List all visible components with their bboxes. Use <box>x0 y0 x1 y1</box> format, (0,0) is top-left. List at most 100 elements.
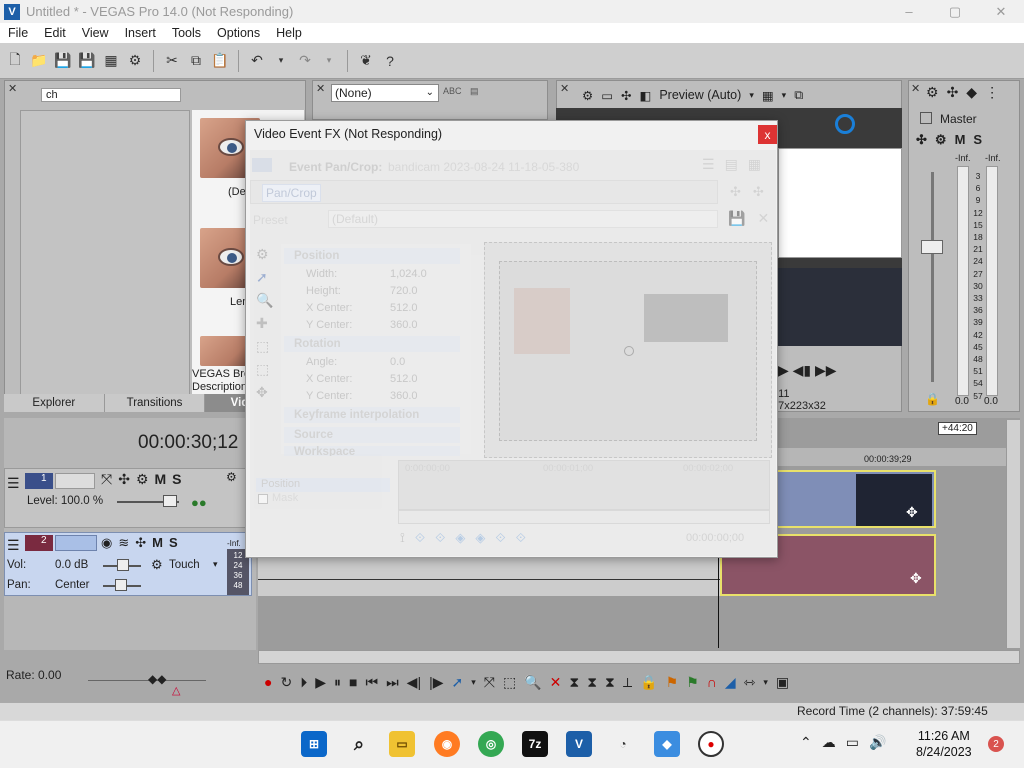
cut-icon[interactable]: ✂ <box>163 52 181 70</box>
x-center-value[interactable]: 512.0 <box>390 302 418 314</box>
tab-explorer[interactable]: Explorer <box>4 394 105 412</box>
render-icon[interactable]: ▦ <box>102 52 120 70</box>
track-automation-icon[interactable]: ✣ <box>135 535 146 551</box>
close-window-button[interactable]: ✕ <box>978 0 1024 23</box>
loop-playback-icon[interactable]: ↻ <box>280 674 292 691</box>
trim-start-icon[interactable]: ⧗ <box>587 674 597 691</box>
keyframe-timeline[interactable]: 0:00:00;00 00:00:01;00 00:00:02;00 <box>398 460 770 510</box>
fx-chain-pan-crop[interactable]: Pan/Crop <box>262 184 321 202</box>
menu-insert[interactable]: Insert <box>117 26 164 40</box>
rotation-y-center-value[interactable]: 360.0 <box>390 390 418 402</box>
properties-gear-icon[interactable]: ⚙ <box>126 52 144 70</box>
track-fx-gear-icon[interactable]: ⚙ <box>226 470 237 484</box>
undo-dropdown-icon[interactable]: ▾ <box>272 52 290 70</box>
height-value[interactable]: 720.0 <box>390 285 418 297</box>
event-edge-icon[interactable]: ⇿ <box>744 674 756 691</box>
maximize-button[interactable]: ▢ <box>932 0 978 23</box>
touch-automation-icon[interactable]: ⚙ <box>151 557 163 573</box>
save-preset-icon[interactable]: 💾 <box>728 210 745 227</box>
insert-region-icon[interactable]: ⚑ <box>686 674 699 691</box>
auto-ripple-icon[interactable]: ◢ <box>725 674 736 691</box>
close-panel-icon[interactable]: ✕ <box>316 82 325 95</box>
master-gear-icon[interactable]: ⚙ <box>926 84 939 101</box>
source-section-header[interactable]: Source <box>284 427 460 443</box>
crop-frame[interactable] <box>499 261 757 441</box>
preset-dropdown[interactable]: (Default) <box>328 210 718 228</box>
chain-list-view-icon[interactable]: ☰ <box>702 156 715 173</box>
envelope-tool-icon[interactable]: ⤧ <box>484 674 495 691</box>
redo-dropdown-icon[interactable]: ▾ <box>320 52 338 70</box>
save-icon[interactable]: 💾 <box>54 52 72 70</box>
search-icon[interactable]: ⌕ <box>346 731 372 757</box>
menu-tools[interactable]: Tools <box>164 26 209 40</box>
paste-icon[interactable]: 📋 <box>211 52 229 70</box>
preview-transport-icons[interactable]: ▶ ◀▮ ▶▶ <box>778 362 837 379</box>
master-menu-icon[interactable]: ⋮ <box>985 84 999 101</box>
y-center-value[interactable]: 360.0 <box>390 319 418 331</box>
pan-slider-handle[interactable] <box>115 579 127 591</box>
notification-badge[interactable]: 2 <box>988 736 1004 752</box>
sync-cursor-icon[interactable]: ⟟ <box>400 530 405 546</box>
track-motion-icon[interactable]: ⤧ <box>101 471 112 488</box>
delete-preset-icon[interactable]: ✕ <box>757 210 769 227</box>
open-folder-icon[interactable]: 📁 <box>30 52 48 70</box>
pointer-tool-icon[interactable]: ➚ <box>256 269 273 286</box>
menu-file[interactable]: File <box>0 26 36 40</box>
app-cube-icon[interactable]: ◆ <box>654 731 680 757</box>
master-checkbox[interactable] <box>920 112 932 124</box>
pan-crop-icon[interactable]: ▣ <box>776 674 789 691</box>
pause-icon[interactable]: ⏸ <box>334 674 341 691</box>
normal-edit-tool-icon[interactable]: ➚ <box>451 674 463 691</box>
track1-mute-button[interactable]: M <box>155 471 167 488</box>
menu-options[interactable]: Options <box>209 26 268 40</box>
last-keyframe-icon[interactable]: ⟐ <box>516 530 526 546</box>
next-frame-icon[interactable]: |▶ <box>429 674 443 691</box>
rotation-x-center-value[interactable]: 512.0 <box>390 373 418 385</box>
go-to-start-icon[interactable]: ⏮ <box>365 674 378 691</box>
track-fx-icon[interactable]: ≋ <box>118 535 129 551</box>
master-mute-button[interactable]: M <box>955 132 966 148</box>
help-cursor-icon[interactable]: ? <box>381 52 399 70</box>
dialog-close-button[interactable]: x <box>758 125 777 144</box>
format-icon[interactable]: ▤ <box>470 86 479 97</box>
taskbar-clock[interactable]: 11:26 AM 8/24/2023 <box>916 728 972 760</box>
lock-event-icon[interactable]: 🔒 <box>640 674 657 691</box>
lock-aspect-icon[interactable]: ⬚ <box>256 361 273 378</box>
chrome-icon[interactable]: ◎ <box>478 731 504 757</box>
chain-grid-view-icon[interactable]: ▦ <box>748 156 761 173</box>
close-panel-icon[interactable]: ✕ <box>8 82 17 95</box>
next-keyframe-icon[interactable]: ⟐ <box>495 530 505 546</box>
previous-keyframe-icon[interactable]: ⟐ <box>435 530 445 546</box>
menu-view[interactable]: View <box>74 26 117 40</box>
undo-icon[interactable]: ↶ <box>248 52 266 70</box>
track-name-field[interactable] <box>55 473 95 489</box>
search-input[interactable]: ch <box>41 88 181 102</box>
keyframe-track-label[interactable]: Position <box>256 478 390 492</box>
position-tool-icon[interactable]: ✚ <box>256 315 273 332</box>
onedrive-cloud-icon[interactable]: ☁ <box>822 734 836 751</box>
preview-fx-icon[interactable]: ◧ <box>640 88 652 103</box>
split-screen-icon[interactable]: ✣ <box>621 88 631 103</box>
ripple-dropdown-icon[interactable]: ▾ <box>763 677 768 688</box>
track1-solo-button[interactable]: S <box>172 471 181 488</box>
enable-snapping-icon[interactable]: ⬚ <box>256 338 273 355</box>
angle-value[interactable]: 0.0 <box>390 356 405 368</box>
crop-center-handle[interactable] <box>624 346 634 356</box>
move-freely-icon[interactable]: ✥ <box>256 384 273 401</box>
7zip-icon[interactable]: 7z <box>522 731 548 757</box>
collapse-track-icon[interactable]: ☰ <box>7 537 20 554</box>
selection-tool-icon[interactable]: ⬚ <box>503 674 516 691</box>
plugin-tree[interactable] <box>20 110 190 400</box>
mask-checkbox[interactable] <box>258 494 268 504</box>
delete-keyframe-icon[interactable]: ◈ <box>475 530 485 546</box>
zoom-tool-icon[interactable]: 🔍 <box>256 292 273 309</box>
width-value[interactable]: 1,024.0 <box>390 268 427 280</box>
go-to-end-icon[interactable]: ⏭ <box>386 674 399 691</box>
bandicam-icon[interactable]: ◔ <box>610 731 636 757</box>
workspace-section-header[interactable]: Workspace <box>284 446 460 456</box>
redo-icon[interactable]: ↷ <box>296 52 314 70</box>
save-as-icon[interactable]: 💾 <box>78 52 96 70</box>
track2-mute-button[interactable]: M <box>152 535 163 551</box>
vol-slider-handle[interactable] <box>117 559 129 571</box>
level-slider-handle[interactable] <box>163 495 177 507</box>
